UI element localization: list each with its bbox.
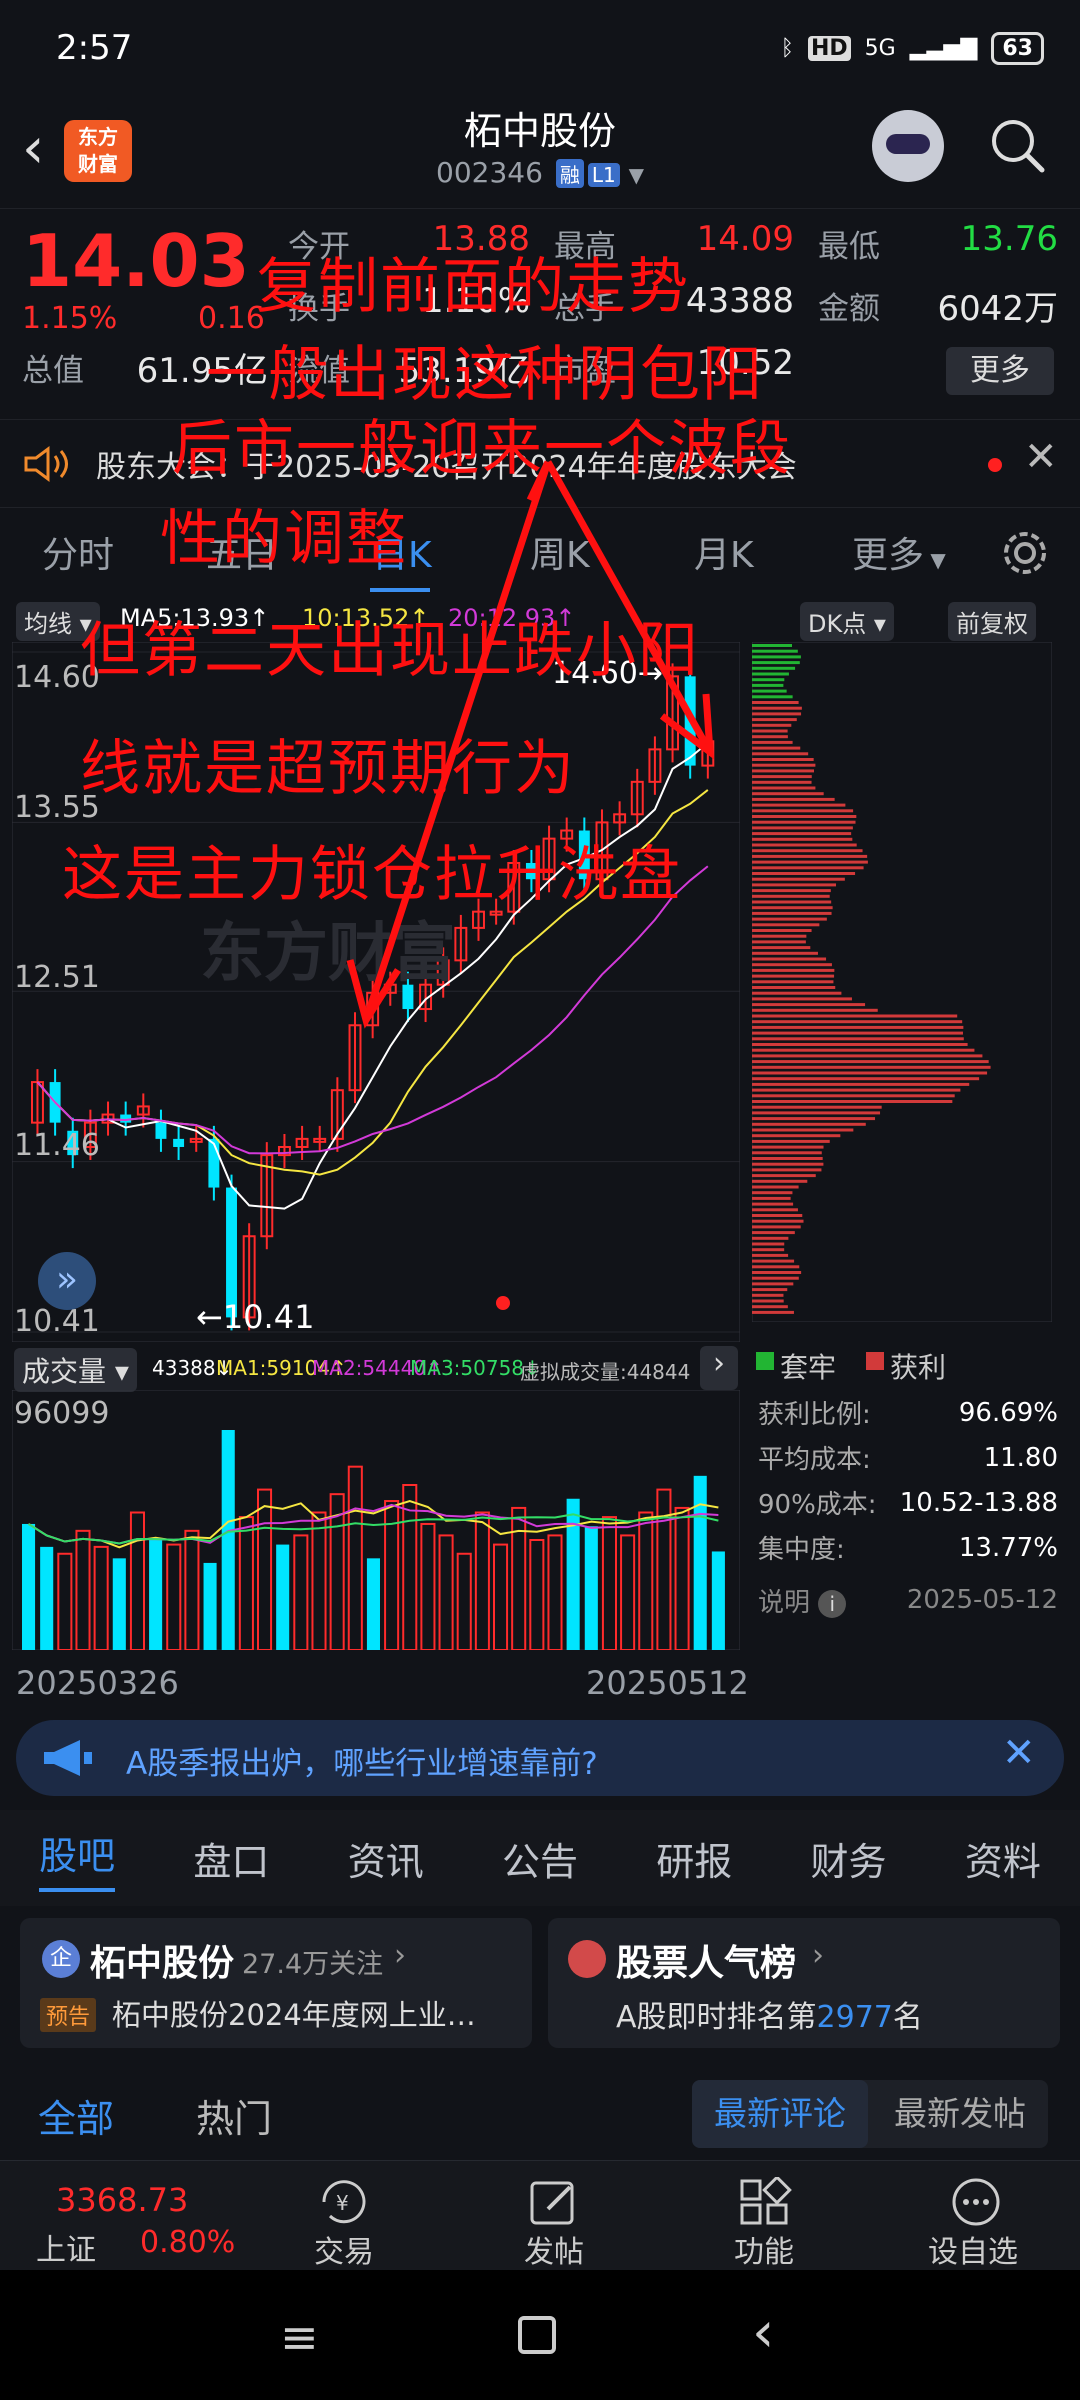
annotation-arrows (346, 460, 715, 1029)
